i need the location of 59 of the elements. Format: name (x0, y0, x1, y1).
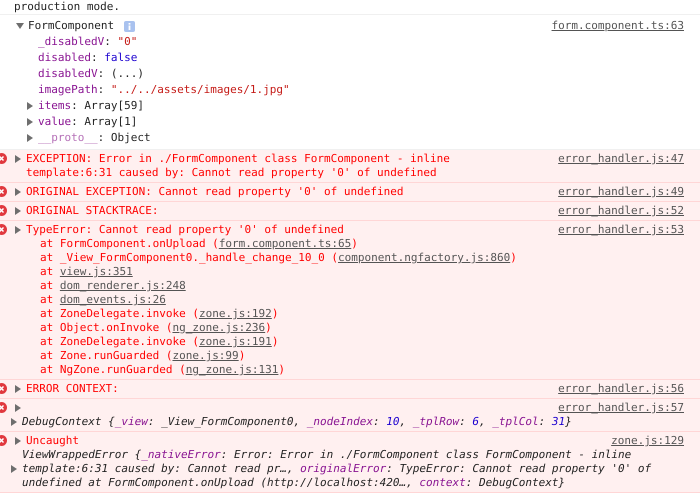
disclosure-triangle-icon[interactable] (14, 226, 22, 234)
property-entry: disabled: false (38, 51, 138, 65)
property-entry: _disabledV: "0" (38, 35, 138, 49)
error-message: EXCEPTION: Error in ./FormComponent class FormComponent - inline template:6:31 caused by: Cannot read property '0' of undefined (26, 152, 450, 179)
stack-frame: at dom_events.js:26 (40, 293, 700, 307)
disclosure-triangle-icon[interactable] (14, 188, 22, 196)
error-message: ORIGINAL EXCEPTION: Cannot read property '0' of undefined (26, 185, 404, 198)
disclosure-triangle-icon[interactable] (16, 22, 24, 30)
frame-link[interactable]: view.js:351 (60, 265, 133, 278)
object-name: FormComponent (28, 19, 114, 33)
property-entry: __proto__: Object (38, 131, 151, 145)
frame-link[interactable]: zone.js:99 (172, 349, 239, 362)
property-entry: disabledV: (...) (38, 67, 144, 81)
frame-link[interactable]: zone.js:192 (198, 307, 272, 320)
frame-link[interactable]: zone.js:191 (198, 335, 272, 348)
error-message: ERROR CONTEXT: (26, 382, 119, 395)
frame-link[interactable]: dom_events.js:26 (60, 293, 166, 306)
stack-frame: at view.js:351 (40, 265, 700, 279)
frame-link[interactable]: ng_zone.js:131 (186, 363, 278, 376)
disclosure-triangle-icon[interactable] (14, 404, 22, 412)
source-link[interactable]: error_handler.js:49 (538, 185, 700, 199)
disclosure-triangle-icon[interactable] (14, 207, 22, 215)
frame-link[interactable]: dom_renderer.js:248 (60, 279, 186, 292)
disclosure-triangle-icon[interactable] (26, 118, 34, 126)
source-link[interactable]: error_handler.js:57 (538, 401, 700, 415)
source-link[interactable]: form.component.ts:63 (552, 19, 700, 33)
disclosure-triangle-icon[interactable] (10, 418, 18, 426)
property-entry: imagePath: "../../assets/images/1.jpg" (38, 83, 290, 97)
disclosure-triangle-icon[interactable] (14, 385, 22, 393)
info-icon (124, 20, 136, 32)
stack-frame: at _View_FormComponent0._handle_change_10_0 (component.ngfactory.js:860) (40, 251, 700, 265)
disclosure-triangle-icon[interactable] (14, 437, 22, 445)
frame-link[interactable]: ng_zone.js:236 (172, 321, 266, 334)
source-link[interactable]: error_handler.js:52 (538, 204, 700, 218)
error-message: Uncaught (26, 434, 79, 447)
property-entry: value: Array[1] (38, 115, 138, 129)
error-message: ORIGINAL STACKTRACE: (26, 204, 158, 217)
object-preview-text: ViewWrappedError {_nativeError: Error: Error in ./FormComponent class FormComponent - inline template:6:31 caused by: Cannot read pr…, originalError: TypeError: Cannot read property '0' of undefined at FormComponent.onUpload (http://localhost:420…, context: DebugContext} (22, 448, 652, 490)
source-link[interactable]: error_handler.js:56 (538, 382, 700, 396)
stack-frame: at ZoneDelegate.invoke (zone.js:191) (40, 335, 700, 349)
disclosure-triangle-icon[interactable] (14, 155, 22, 163)
frame-link[interactable]: component.ngfactory.js:860 (338, 251, 510, 264)
property-entry: items: Array[59] (38, 99, 144, 113)
stack-frame: at Zone.runGuarded (zone.js:99) (40, 349, 700, 363)
stack-frame: at dom_renderer.js:248 (40, 279, 700, 293)
source-link[interactable]: error_handler.js:47 (538, 152, 700, 166)
frame-link[interactable]: form.component.ts:65 (218, 237, 352, 250)
disclosure-triangle-icon[interactable] (26, 134, 34, 142)
source-link[interactable]: error_handler.js:53 (538, 223, 700, 237)
stack-frame: at Object.onInvoke (ng_zone.js:236) (40, 321, 700, 335)
disclosure-triangle-icon[interactable] (10, 465, 18, 473)
object-preview-text: DebugContext {_view: _View_FormComponent0, _nodeIndex: 10, _tplRow: 6, _tplCol: 31} (22, 415, 572, 429)
stack-frame: at ZoneDelegate.invoke (zone.js:192) (40, 307, 700, 321)
log-message: production mode. (14, 0, 120, 13)
stack-frame: at FormComponent.onUpload (form.component.ts:65) (40, 237, 700, 251)
error-message: TypeError: Cannot read property '0' of undefined (26, 223, 344, 236)
disclosure-triangle-icon[interactable] (26, 102, 34, 110)
stack-frame: at NgZone.runGuarded (ng_zone.js:131) (40, 363, 700, 377)
source-link[interactable]: zone.js:129 (591, 434, 700, 448)
